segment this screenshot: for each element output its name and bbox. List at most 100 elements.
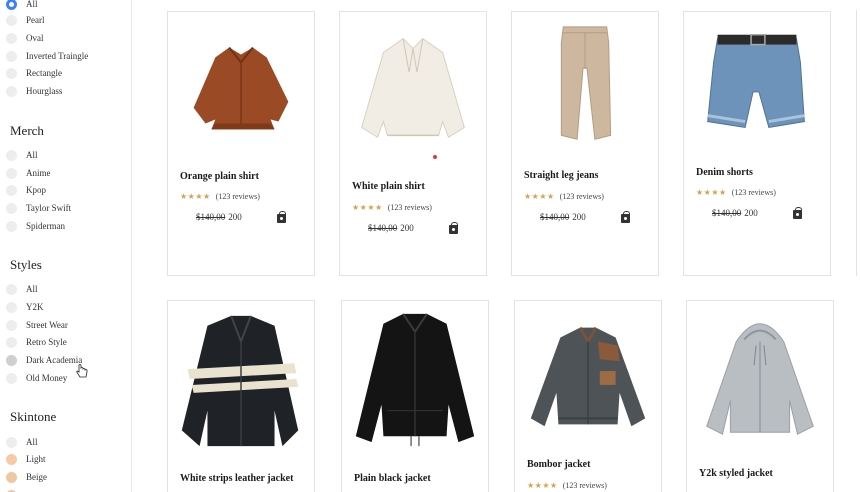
product-name[interactable]: White plain shirt [352, 181, 425, 192]
filter-label: Beige [26, 472, 47, 482]
product-rating: ★★★★ (123 reviews) [527, 481, 607, 490]
filter-styles-old-money[interactable]: Old Money [6, 370, 67, 386]
radio-icon[interactable] [6, 220, 17, 232]
filter-styles-dark-academia[interactable]: Dark Academia [6, 352, 82, 368]
review-count: (123 reviews) [731, 188, 776, 197]
filter-skintone-more[interactable] [6, 487, 26, 492]
filter-label: Hourglass [26, 86, 63, 96]
radio-icon[interactable] [6, 149, 17, 161]
product-rating: ★★★★ (123 reviews) [352, 203, 432, 212]
product-name[interactable]: White strips leather jacket [180, 473, 293, 484]
filter-shape-hourglass[interactable]: Hourglass [6, 83, 62, 99]
product-card[interactable]: Bombor jacket ★★★★ (123 reviews) [514, 300, 662, 492]
merch-filter-title: Merch [10, 123, 44, 138]
old-price: $140,00 [196, 212, 226, 222]
filter-styles-y2k[interactable]: Y2K [6, 299, 44, 315]
white-shirt-image [361, 38, 465, 139]
filter-shape-oval[interactable]: Oval [6, 30, 44, 46]
filter-label: Street Wear [26, 320, 68, 330]
filter-merch-all[interactable]: All [6, 147, 38, 163]
filter-shape-rectangle[interactable]: Rectangle [6, 65, 62, 81]
skintone-filter-title: Skintone [10, 409, 57, 424]
radio-icon[interactable] [6, 319, 17, 331]
add-to-bag-icon[interactable] [277, 211, 286, 223]
filter-merch-anime[interactable]: Anime [6, 165, 51, 181]
add-to-bag-icon[interactable] [449, 222, 458, 234]
filter-skintone-beige[interactable]: Beige [6, 469, 47, 485]
filter-label: All [26, 150, 38, 160]
add-to-bag-icon[interactable] [621, 211, 630, 223]
denim-shorts-image [707, 33, 805, 129]
radio-icon[interactable] [6, 301, 17, 313]
radio-icon[interactable] [6, 85, 17, 97]
star-rating-icon: ★★★★ [527, 481, 558, 490]
old-price: $140,00 [540, 212, 570, 222]
filter-label: Oval [26, 33, 44, 43]
orange-shirt-image [193, 46, 289, 130]
filter-styles-street-wear[interactable]: Street Wear [6, 317, 68, 333]
review-count: (123 reviews) [387, 203, 432, 212]
filter-label: Rectangle [26, 68, 62, 78]
product-card[interactable]: White strips leather jacket [167, 300, 315, 492]
radio-icon[interactable] [6, 202, 17, 214]
radio-icon[interactable] [6, 184, 17, 196]
filter-styles-all[interactable]: All [6, 281, 38, 297]
product-name[interactable]: Bombor jacket [527, 459, 590, 470]
product-card[interactable]: Denim shorts ★★★★ (123 reviews) $140,00 20… [683, 11, 831, 276]
star-rating-icon: ★★★★ [524, 192, 555, 201]
product-name[interactable]: Straight leg jeans [524, 170, 598, 181]
plain-black-jacket-image [355, 313, 475, 447]
radio-icon[interactable] [6, 32, 17, 44]
radio-icon[interactable] [6, 453, 17, 465]
radio-icon[interactable] [6, 14, 17, 26]
radio-icon[interactable] [6, 436, 17, 448]
radio-icon[interactable] [6, 336, 17, 348]
product-name[interactable]: Plain black jacket [354, 473, 431, 484]
carousel-dot-icon[interactable] [433, 155, 437, 159]
filter-merch-spiderman[interactable]: Spiderman [6, 218, 65, 234]
radio-icon[interactable] [6, 50, 17, 62]
old-price: $140,00 [712, 208, 742, 218]
radio-icon[interactable] [6, 283, 17, 295]
filter-label: Light [26, 454, 46, 464]
product-name[interactable]: Orange plain shirt [180, 171, 259, 182]
filter-skintone-all[interactable]: All [6, 434, 38, 450]
filter-label: Old Money [26, 373, 68, 383]
product-card[interactable]: White plain shirt ★★★★ (123 reviews) $140… [339, 11, 487, 276]
radio-icon[interactable] [6, 67, 17, 79]
filter-styles-retro-style[interactable]: Retro Style [6, 334, 67, 350]
product-price: $140,00 200 [196, 212, 242, 222]
filter-label: Dark Academia [26, 355, 83, 365]
product-card[interactable]: Orange plain shirt ★★★★ (123 reviews) $14… [167, 11, 315, 276]
filter-shape-all[interactable]: All [6, 0, 38, 12]
star-rating-icon: ★★★★ [180, 192, 211, 201]
filter-label: Kpop [26, 185, 46, 195]
product-name[interactable]: Y2k styled jacket [699, 468, 773, 479]
product-rating: ★★★★ (123 reviews) [696, 188, 776, 197]
product-price: $140,00 200 [540, 212, 586, 222]
radio-icon[interactable] [6, 372, 17, 384]
radio-icon[interactable] [6, 167, 17, 179]
filter-shape-inverted-triangle[interactable]: Inverted Traingle [6, 48, 88, 64]
product-name[interactable]: Denim shorts [696, 167, 753, 178]
white-strips-leather-jacket-image [181, 315, 299, 447]
hand-cursor-icon [76, 364, 88, 378]
filter-merch-taylor-swift[interactable]: Taylor Swift [6, 200, 71, 216]
current-price: 200 [400, 223, 414, 233]
product-card[interactable]: Plain black jacket [341, 300, 489, 492]
product-card[interactable]: Y2k styled jacket [686, 300, 834, 492]
radio-icon[interactable] [6, 471, 17, 483]
radio-selected-icon[interactable] [6, 0, 17, 10]
review-count: (123 reviews) [215, 192, 260, 201]
filter-skintone-light[interactable]: Light [6, 451, 46, 467]
radio-icon[interactable] [6, 354, 17, 366]
review-count: (123 reviews) [559, 192, 604, 201]
add-to-bag-icon[interactable] [793, 207, 802, 219]
filter-shape-pearl[interactable]: Pearl [6, 12, 45, 28]
bombor-jacket-image [530, 326, 646, 427]
product-card-partial[interactable] [856, 10, 860, 276]
filter-merch-kpop[interactable]: Kpop [6, 182, 46, 198]
star-rating-icon: ★★★★ [696, 188, 727, 197]
product-card[interactable]: Straight leg jeans ★★★★ (123 reviews) $14… [511, 11, 659, 276]
filter-label: All [26, 284, 38, 294]
